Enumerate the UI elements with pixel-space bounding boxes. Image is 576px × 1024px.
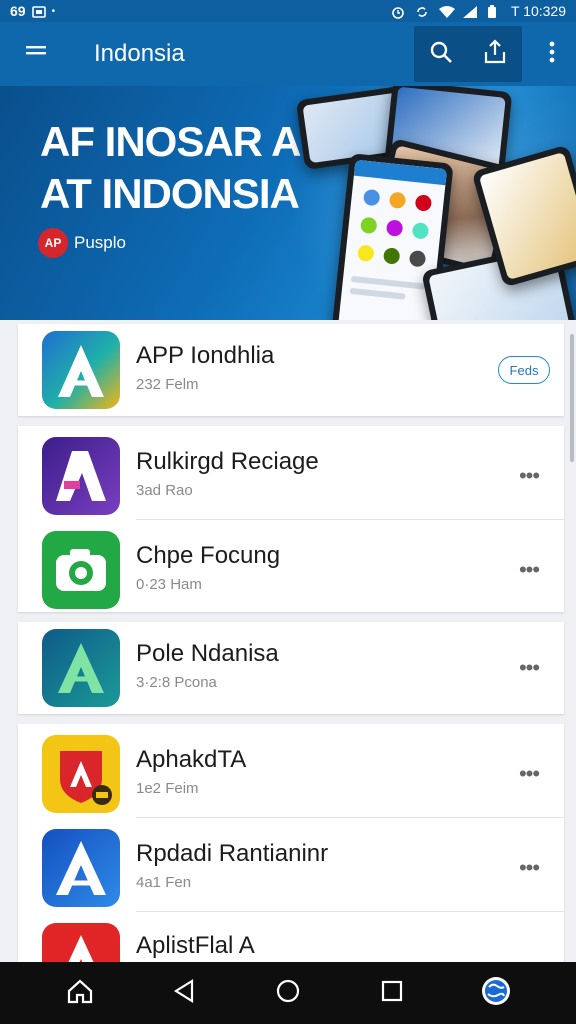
app-meta: 1e2 Feim xyxy=(136,780,199,797)
shield-a-icon xyxy=(42,735,120,813)
badge-logo-icon: AP xyxy=(38,228,68,258)
badge-text: Pusplo xyxy=(74,233,126,252)
app-name: APP Iondhlia xyxy=(136,342,275,369)
home-icon xyxy=(66,978,94,1009)
share-icon xyxy=(482,38,508,71)
navigation-bar xyxy=(0,962,576,1024)
app-name: Pole Ndanisa xyxy=(136,640,279,667)
app-list: APP Iondhlia 232 Felm Feds Rulkirgd Reci… xyxy=(0,320,576,962)
status-bar: 69 • T 10:329 xyxy=(0,0,576,22)
recents-icon xyxy=(380,979,404,1008)
list-item[interactable]: APP Iondhlia 232 Felm Feds xyxy=(18,320,564,420)
app-name: AphakdTA xyxy=(136,746,247,773)
app-card: Pole Ndanisa 3·2:8 Pcona ••• xyxy=(18,622,564,714)
more-button[interactable] xyxy=(528,22,576,86)
install-button[interactable]: Feds xyxy=(498,356,550,384)
globe-button[interactable] xyxy=(468,965,524,1021)
status-left: 69 • xyxy=(10,3,55,19)
app-name: Rpdadi Rantianinr xyxy=(136,840,329,867)
more-vert-icon xyxy=(548,40,556,69)
app-title: Indonsia xyxy=(94,40,185,67)
back-icon xyxy=(173,978,195,1008)
action-group xyxy=(414,26,522,82)
list-item[interactable]: AplistFlal A xyxy=(18,912,564,962)
banner-title-line2: AT INDONSIA xyxy=(40,170,300,217)
app-card: AphakdTA 1e2 Feim ••• Rpdadi Rantianinr … xyxy=(18,724,564,962)
signal-icon xyxy=(462,5,477,18)
more-options-button[interactable]: ••• xyxy=(512,654,546,682)
banner-badge: AP Pusplo xyxy=(38,228,126,258)
triangle-a-icon xyxy=(42,331,120,409)
alarm-icon xyxy=(391,5,405,19)
menu-button[interactable] xyxy=(0,22,72,86)
more-options-button[interactable]: ••• xyxy=(512,462,546,490)
home-button[interactable] xyxy=(52,965,108,1021)
app-bar: Indonsia xyxy=(0,22,576,86)
list-item[interactable]: Rpdadi Rantianinr 4a1 Fen ••• xyxy=(18,818,564,918)
list-item[interactable]: Pole Ndanisa 3·2:8 Pcona ••• xyxy=(18,618,564,718)
globe-icon xyxy=(480,975,512,1012)
app-name: AplistFlal A xyxy=(136,932,255,959)
purple-a-icon xyxy=(42,437,120,515)
battery-icon xyxy=(487,5,501,18)
search-icon xyxy=(428,39,454,70)
sync-icon xyxy=(415,5,429,17)
scrollbar-thumb[interactable] xyxy=(570,334,574,462)
hamburger-menu-icon xyxy=(24,43,48,66)
camera-icon xyxy=(42,531,120,609)
search-button[interactable] xyxy=(414,26,468,82)
app-meta: 0·23 Ham xyxy=(136,576,202,593)
status-left-text: 69 xyxy=(10,3,26,19)
more-options-button[interactable]: ••• xyxy=(512,760,546,788)
app-name: Rulkirgd Reciage xyxy=(136,448,319,475)
circle-home-button[interactable] xyxy=(260,965,316,1021)
share-button[interactable] xyxy=(468,26,522,82)
app-name: Chpe Focung xyxy=(136,542,281,569)
more-options-button[interactable]: ••• xyxy=(512,556,546,584)
red-a-icon xyxy=(42,923,120,962)
app-card: Rulkirgd Reciage 3ad Rao ••• Chpe Focung… xyxy=(18,426,564,612)
app-meta: 3ad Rao xyxy=(136,482,193,499)
teal-a-icon xyxy=(42,629,120,707)
app-meta: 232 Felm xyxy=(136,376,199,393)
list-item[interactable]: Chpe Focung 0·23 Ham ••• xyxy=(18,520,564,620)
app-meta: 3·2:8 Pcona xyxy=(136,674,217,691)
back-button[interactable] xyxy=(156,965,212,1021)
app-card: APP Iondhlia 232 Felm Feds xyxy=(18,324,564,416)
promo-banner[interactable]: AF INOSAR A AT INDONSIA AP Pusplo xyxy=(0,86,576,320)
list-item[interactable]: Rulkirgd Reciage 3ad Rao ••• xyxy=(18,426,564,526)
app-meta: 4a1 Fen xyxy=(136,874,192,891)
notification-icon xyxy=(31,5,46,18)
list-item[interactable]: AphakdTA 1e2 Feim ••• xyxy=(18,724,564,824)
circle-home-icon xyxy=(275,978,301,1009)
banner-title-line1: AF INOSAR A xyxy=(40,118,301,165)
wifi-icon xyxy=(438,5,455,18)
blue-a-icon xyxy=(42,829,120,907)
status-time: T 10:329 xyxy=(510,3,566,19)
status-right: T 10:329 xyxy=(391,3,566,19)
dot-icon: • xyxy=(51,5,56,17)
recents-button[interactable] xyxy=(364,965,420,1021)
more-options-button[interactable]: ••• xyxy=(512,854,546,882)
